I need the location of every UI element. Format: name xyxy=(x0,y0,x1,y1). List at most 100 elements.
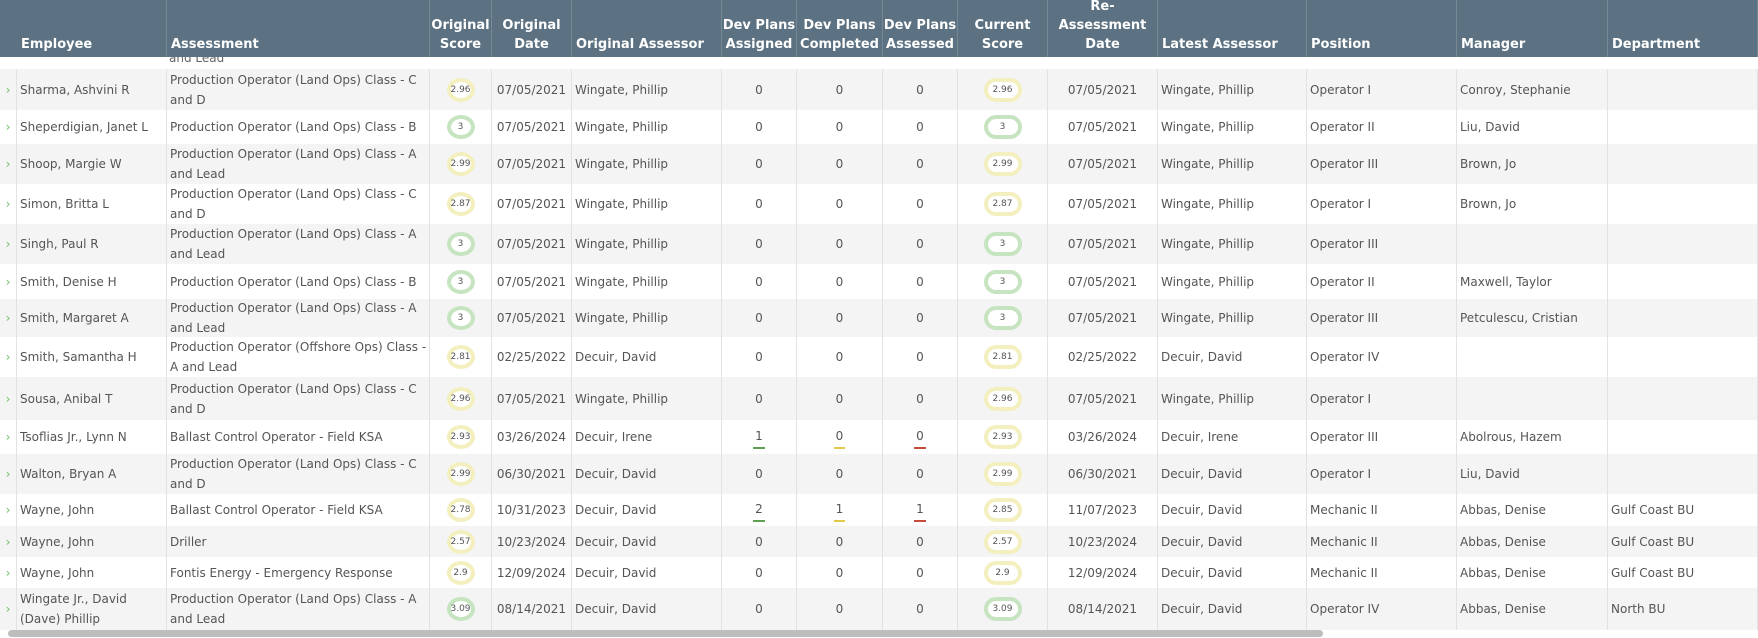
table-row[interactable]: › Sousa, Anibal T Production Operator (Lan… xyxy=(0,377,1758,420)
cell-text: 03/26/2024 xyxy=(1067,430,1138,444)
expand-row-chevron-icon[interactable]: › xyxy=(0,224,17,264)
table-row[interactable]: › Wingate Jr., David (Dave) Phillip Produc… xyxy=(0,588,1758,630)
table-row[interactable]: › Simon, Britta L Production Operator (Lan… xyxy=(0,184,1758,224)
cell-text: Production Operator (Land Ops) Class - A… xyxy=(170,592,417,626)
cell-text: 07/05/2021 xyxy=(1067,157,1138,171)
cell-assessment: Fontis Energy - Emergency Response xyxy=(167,557,430,588)
expand-row-chevron-icon[interactable]: › xyxy=(0,454,17,494)
cell-text: 0 xyxy=(916,350,924,364)
column-header-position[interactable]: Position xyxy=(1307,0,1457,57)
cell-department xyxy=(1608,224,1758,264)
table-row[interactable]: › Singh, Paul R Production Operator (Land … xyxy=(0,224,1758,264)
expand-row-chevron-icon[interactable]: › xyxy=(0,184,17,224)
cell-text: Wingate Jr., David (Dave) Phillip xyxy=(20,592,127,626)
cell-employee: Tsoflias Jr., Lynn N xyxy=(17,420,167,454)
cell-text: 11/07/2023 xyxy=(1067,503,1138,517)
cell-text: Smith, Margaret A xyxy=(20,311,129,325)
dev-plan-link[interactable]: 0 xyxy=(914,426,926,449)
cell-text: Liu, David xyxy=(1460,120,1520,134)
cell-text: 07/05/2021 xyxy=(1067,274,1138,289)
score-badge: 3 xyxy=(983,232,1022,256)
table-row[interactable]: › Tsoflias Jr., Lynn N Ballast Control Ope… xyxy=(0,420,1758,454)
cell-text: Wingate, Phillip xyxy=(575,197,669,211)
cell-department: North BU xyxy=(1608,588,1758,630)
expand-row-chevron-icon[interactable]: › xyxy=(0,420,17,454)
dev-plan-link[interactable]: 1 xyxy=(833,499,845,522)
cell-latest-assessor: Decuir, David xyxy=(1158,557,1307,588)
table-row[interactable]: › Wayne, John Ballast Control Operator - F… xyxy=(0,494,1758,526)
table-row[interactable]: › Smith, Margaret A Production Operator (L… xyxy=(0,299,1758,337)
dev-plan-link[interactable]: 0 xyxy=(833,426,845,449)
cell-text: Operator III xyxy=(1310,157,1379,171)
column-header-dp-completed[interactable]: Dev Plans Completed xyxy=(797,0,883,57)
expand-row-chevron-icon[interactable]: › xyxy=(0,110,17,144)
score-badge: 2.81 xyxy=(446,345,475,369)
cell-manager: Conroy, Stephanie xyxy=(1457,69,1608,110)
cell-latest-date: 12/09/2024 xyxy=(1048,557,1158,588)
column-header-dp-assigned[interactable]: Dev Plans Assigned xyxy=(722,0,797,57)
cell-text: 0 xyxy=(835,197,844,211)
dev-plan-link[interactable]: 1 xyxy=(753,426,765,449)
column-header-department[interactable]: Department xyxy=(1608,0,1758,57)
table-row[interactable]: › Wayne, John Driller 2.57 10/23/2024 Decuir,… xyxy=(0,526,1758,557)
cell-text: 02/25/2022 xyxy=(1067,350,1138,364)
table-row[interactable]: › Smith, Denise H Production Operator (Lan… xyxy=(0,264,1758,299)
expand-row-chevron-icon[interactable]: › xyxy=(0,264,17,299)
column-header-orig-date[interactable]: Original Date xyxy=(492,0,572,57)
column-header-label: Employee xyxy=(21,37,93,52)
dev-plan-link[interactable]: 1 xyxy=(914,499,926,522)
cell-text: 0 xyxy=(916,274,924,289)
column-header-latest-date[interactable]: Latest Re-Assessment Date xyxy=(1048,0,1158,57)
cell-text: 0 xyxy=(916,602,924,616)
column-header-dp-assessed[interactable]: Dev Plans Assessed xyxy=(883,0,958,57)
table-row[interactable]: › Smith, Samantha H Production Operator (O… xyxy=(0,337,1758,377)
cell-position: Operator IV xyxy=(1307,588,1457,630)
column-header-orig-score[interactable]: Original Score xyxy=(430,0,492,57)
table-row[interactable]: › Sharma, Ashvini R Production Operator (L… xyxy=(0,69,1758,110)
table-row[interactable]: › Sheperdigian, Janet L Production Operato… xyxy=(0,110,1758,144)
cell-dp-assigned: 0 xyxy=(722,557,797,588)
cell-orig-date: 10/31/2023 xyxy=(492,494,572,526)
cell-assessment: Production Operator (Land Ops) Class - C… xyxy=(167,454,430,494)
expand-row-chevron-icon[interactable]: › xyxy=(0,377,17,420)
column-header-orig-assessor[interactable]: Original Assessor xyxy=(572,0,722,57)
expand-row-chevron-icon[interactable]: › xyxy=(0,299,17,337)
cell-latest-date: 06/30/2021 xyxy=(1048,454,1158,494)
cell-text: Operator I xyxy=(1310,467,1372,481)
column-header-employee[interactable]: Employee xyxy=(17,0,167,57)
expand-row-chevron-icon[interactable]: › xyxy=(0,526,17,557)
column-header-cur-score[interactable]: Current Score xyxy=(958,0,1048,57)
horizontal-scrollbar[interactable] xyxy=(8,630,1323,637)
cell-dp-completed: 0 xyxy=(797,184,883,224)
expand-row-chevron-icon[interactable]: › xyxy=(0,69,17,110)
table-row[interactable]: › Wayne, John Fontis Energy - Emergency Re… xyxy=(0,557,1758,588)
cell-latest-date: 03/26/2024 xyxy=(1048,420,1158,454)
cell-text: Operator I xyxy=(1310,197,1372,211)
column-header-assessment[interactable]: Assessment xyxy=(167,0,430,57)
score-badge: 2.99 xyxy=(983,462,1022,486)
dev-plan-link[interactable]: 2 xyxy=(753,499,765,522)
expand-row-chevron-icon[interactable]: › xyxy=(0,588,17,630)
score-badge: 3.09 xyxy=(983,597,1022,621)
column-header-manager[interactable]: Manager xyxy=(1457,0,1608,57)
expand-row-chevron-icon[interactable]: › xyxy=(0,337,17,377)
table-row[interactable]: › Shoop, Margie W Production Operator (Lan… xyxy=(0,144,1758,184)
cell-text: 0 xyxy=(916,311,924,325)
cell-dp-assigned: 2 xyxy=(722,494,797,526)
expand-row-chevron-icon[interactable]: › xyxy=(0,494,17,526)
cell-dp-assessed: 0 xyxy=(883,224,958,264)
expand-row-chevron-icon[interactable]: › xyxy=(0,557,17,588)
cell-orig-date: 02/25/2022 xyxy=(492,337,572,377)
cell-text: Decuir, David xyxy=(1161,350,1243,364)
cell-text: Operator II xyxy=(1310,120,1375,134)
cell-assessment: Production Operator (Land Ops) Class - A… xyxy=(167,588,430,630)
column-header-latest-assessor[interactable]: Latest Assessor xyxy=(1158,0,1307,57)
table-row[interactable]: › Walton, Bryan A Production Operator (Lan… xyxy=(0,454,1758,494)
cell-text: Shoop, Margie W xyxy=(20,157,122,171)
score-badge: 2.96 xyxy=(983,77,1022,102)
cell-text: 03/26/2024 xyxy=(496,430,567,444)
cell-orig-date: 07/05/2021 xyxy=(492,377,572,420)
cell-assessment: Production Operator (Land Ops) Class - C… xyxy=(167,184,430,224)
cell-employee: Sharma, Ashvini R xyxy=(17,69,167,110)
expand-row-chevron-icon[interactable]: › xyxy=(0,144,17,184)
